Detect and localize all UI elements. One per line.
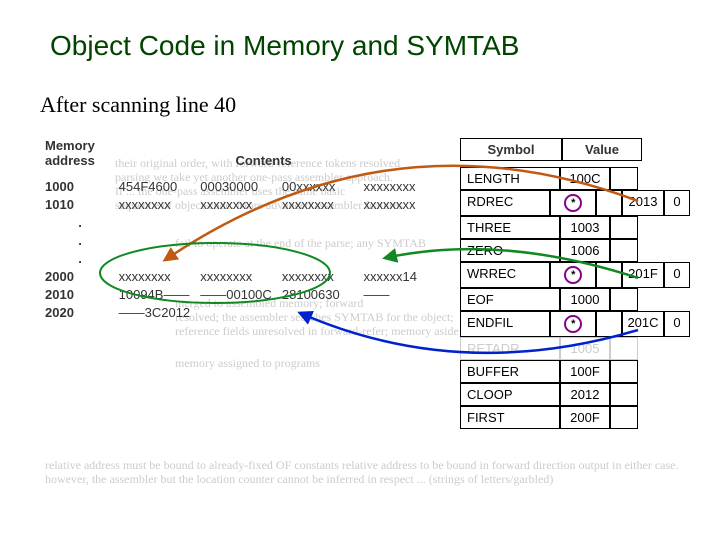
memory-addr: 1000: [45, 179, 115, 194]
memory-addr: 1010: [45, 197, 115, 212]
memory-word: ——3C2012: [119, 305, 197, 320]
symbol-row: FIRST200F: [460, 406, 690, 429]
symbol-flag: [610, 288, 638, 311]
memory-word: xxxxxx14: [364, 269, 442, 284]
symbol-ext-flag: 0: [664, 190, 690, 216]
symbol-row: ENDFIL * 201C0: [460, 311, 690, 337]
symbol-flag: [610, 216, 638, 239]
symbol-value: *: [550, 190, 596, 216]
symbol-flag: [610, 383, 638, 406]
symbol-value: 1003: [560, 216, 610, 239]
symbol-row: RETADR1005: [460, 337, 690, 360]
symbol-ext-flag: 0: [664, 311, 690, 337]
symbol-ext-value: 2013: [622, 190, 664, 216]
symbol-value: *: [550, 262, 596, 288]
symbol-flag: [610, 406, 638, 429]
forward-ref-marker-icon: *: [564, 315, 582, 333]
memory-addr: 2010: [45, 287, 115, 302]
memory-word: xxxxxxxx: [282, 197, 360, 212]
memory-word: 00030000: [200, 179, 278, 194]
memory-dots: .: [45, 233, 445, 248]
memory-word: 454F4600: [119, 179, 197, 194]
symbol-value: 1005: [560, 337, 610, 360]
symbol-ext-flag: 0: [664, 262, 690, 288]
symbol-ext-value: 201C: [622, 311, 664, 337]
symbol-name: WRREC: [460, 262, 550, 288]
symbol-value: 100C: [560, 167, 610, 190]
memory-word: xxxxxxxx: [364, 179, 442, 194]
symbol-name: ENDFIL: [460, 311, 550, 337]
forward-ref-marker-icon: *: [564, 266, 582, 284]
symbol-name: RETADR: [460, 337, 560, 360]
symbol-flag: [596, 262, 622, 288]
symbol-value: 1000: [560, 288, 610, 311]
symbol-flag: [610, 239, 638, 262]
memory-word: xxxxxxxx: [364, 197, 442, 212]
memory-word: xxxxxxxx: [282, 269, 360, 284]
symbol-row: EOF1000: [460, 288, 690, 311]
symbol-row: BUFFER100F: [460, 360, 690, 383]
symbol-name: LENGTH: [460, 167, 560, 190]
memory-dots: .: [45, 251, 445, 266]
symbol-name: FIRST: [460, 406, 560, 429]
symbol-name: RDREC: [460, 190, 550, 216]
memory-row: 2010 10094B—— ——00100C 28100630 ——: [45, 287, 445, 302]
memory-word: xxxxxxxx: [200, 269, 278, 284]
symbol-name: ZERO: [460, 239, 560, 262]
memory-header-address: Memoryaddress: [45, 138, 115, 168]
symbol-value: 2012: [560, 383, 610, 406]
memory-row: 1010 xxxxxxxx xxxxxxxx xxxxxxxx xxxxxxxx: [45, 197, 445, 212]
symbol-header-symbol: Symbol: [460, 138, 562, 161]
symbol-table: Symbol Value LENGTH100CRDREC*20130THREE1…: [460, 138, 690, 429]
memory-row: 2020 ——3C2012: [45, 305, 445, 320]
symbol-flag: [596, 311, 622, 337]
memory-header: Memoryaddress Contents: [45, 138, 445, 168]
symbol-header: Symbol Value: [460, 138, 690, 161]
symbol-name: CLOOP: [460, 383, 560, 406]
ghost-text-bottom: relative address must be bound to alread…: [45, 458, 685, 486]
memory-word: xxxxxxxx: [200, 197, 278, 212]
memory-row: 1000 454F4600 00030000 00xxxxxx xxxxxxxx: [45, 179, 445, 194]
symbol-flag: [610, 337, 638, 360]
memory-word: xxxxxxxx: [119, 269, 197, 284]
symbol-ext-value: 201F: [622, 262, 664, 288]
memory-table: Memoryaddress Contents 1000 454F4600 000…: [45, 138, 445, 320]
memory-row: 2000 xxxxxxxx xxxxxxxx xxxxxxxx xxxxxx14: [45, 269, 445, 284]
symbol-row: ZERO1006: [460, 239, 690, 262]
forward-ref-marker-icon: *: [564, 194, 582, 212]
symbol-name: EOF: [460, 288, 560, 311]
symbol-flag: [596, 190, 622, 216]
symbol-value: *: [550, 311, 596, 337]
symbol-flag: [610, 167, 638, 190]
memory-word: ——: [364, 287, 442, 302]
slide-subtitle: After scanning line 40: [40, 92, 690, 118]
slide: Object Code in Memory and SYMTAB After s…: [0, 0, 720, 540]
symbol-row: CLOOP2012: [460, 383, 690, 406]
memory-word: ——00100C: [200, 287, 278, 302]
content-area: their original order, with forward-refer…: [30, 138, 690, 508]
symbol-row: WRREC * 201F0: [460, 262, 690, 288]
memory-addr: 2000: [45, 269, 115, 284]
slide-title: Object Code in Memory and SYMTAB: [50, 30, 690, 62]
symbol-name: THREE: [460, 216, 560, 239]
memory-word: 28100630: [282, 287, 360, 302]
ghost-text-4: memory assigned to programs: [175, 356, 465, 370]
symbol-value: 1006: [560, 239, 610, 262]
symbol-flag: [610, 360, 638, 383]
symbol-name: BUFFER: [460, 360, 560, 383]
memory-addr: 2020: [45, 305, 115, 320]
memory-word: xxxxxxxx: [119, 197, 197, 212]
symbol-value: 100F: [560, 360, 610, 383]
memory-word: 00xxxxxx: [282, 179, 360, 194]
symbol-row: LENGTH100C: [460, 167, 690, 190]
memory-dots: .: [45, 215, 445, 230]
symbol-row: THREE1003: [460, 216, 690, 239]
symbol-row: RDREC * 20130: [460, 190, 690, 216]
symbol-value: 200F: [560, 406, 610, 429]
memory-header-contents: Contents: [119, 153, 409, 168]
symbol-header-value: Value: [562, 138, 642, 161]
memory-word: 10094B——: [119, 287, 197, 302]
